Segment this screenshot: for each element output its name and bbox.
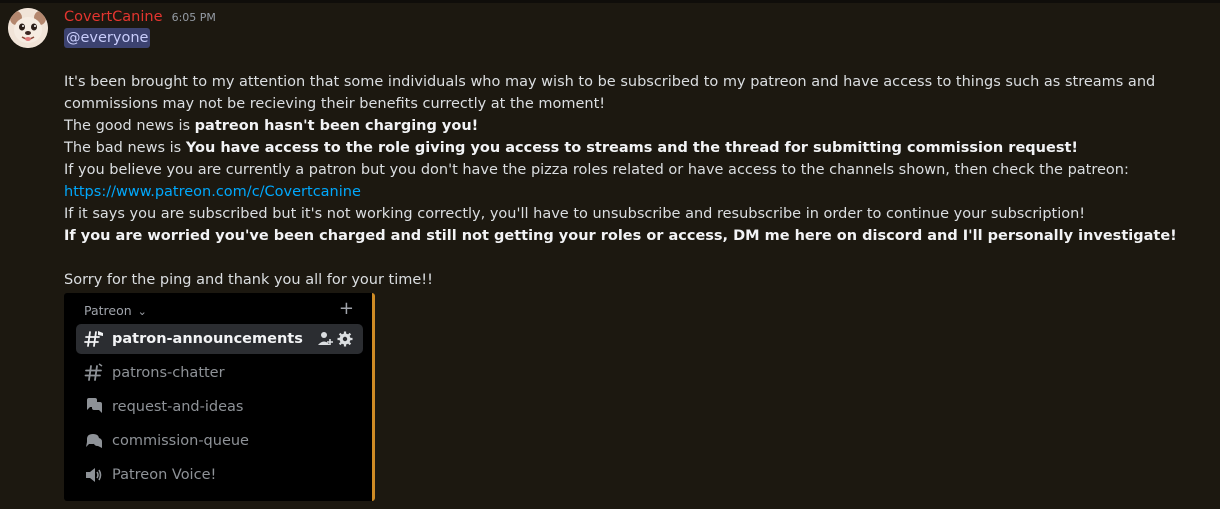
everyone-mention[interactable]: @everyone — [64, 28, 151, 48]
message-link-line: https://www.patreon.com/c/Covertcanine — [64, 181, 1220, 203]
category-label: Patreon — [84, 303, 132, 318]
embedded-image[interactable]: Patreon ⌄ + patron-announcements patrons… — [64, 293, 375, 501]
channel-label: Patreon Voice! — [112, 467, 217, 483]
chat-message: CovertCanine 6:05 PM @everyone It's been… — [0, 0, 1220, 509]
message-bold-text: If you are worried you've been charged a… — [64, 228, 1177, 244]
channel-label: patrons-chatter — [112, 365, 225, 381]
channel-actions — [315, 330, 355, 348]
patreon-link[interactable]: https://www.patreon.com/c/Covertcanine — [64, 184, 361, 200]
message-content: It's been brought to my attention that s… — [64, 71, 1220, 291]
channel-item[interactable]: patrons-chatter — [76, 358, 363, 388]
message-line-bad-news: The bad news is You have access to the r… — [64, 137, 1220, 159]
chevron-down-icon: ⌄ — [137, 305, 147, 318]
message-text: The bad news is — [64, 140, 186, 156]
author-name[interactable]: CovertCanine — [64, 9, 162, 25]
message-text: The good news is — [64, 118, 195, 134]
message-header: CovertCanine 6:05 PM — [64, 6, 216, 28]
channel-item[interactable]: patron-announcements — [76, 324, 363, 354]
category-header[interactable]: Patreon ⌄ + — [84, 300, 354, 319]
message-paragraph: It's been brought to my attention that s… — [64, 74, 1156, 112]
message-paragraph: Sorry for the ping and thank you all for… — [64, 272, 433, 288]
channel-label: request-and-ideas — [112, 399, 244, 415]
announcement-hash-icon — [84, 331, 103, 347]
gear-icon[interactable] — [337, 331, 353, 347]
hash-icon — [84, 363, 103, 381]
category-name: Patreon ⌄ — [84, 303, 147, 318]
channel-item[interactable]: Patreon Voice! — [76, 460, 363, 490]
message-bold-paragraph: If you are worried you've been charged a… — [64, 225, 1220, 247]
message-bold-text: You have access to the role giving you a… — [185, 140, 1078, 156]
message-paragraph: If it says you are subscribed but it's n… — [64, 206, 1086, 222]
forum-icon — [87, 398, 102, 413]
message-line-good-news: The good news is patreon hasn't been cha… — [64, 115, 1220, 137]
channel-label: patron-announcements — [112, 331, 303, 347]
message-timestamp[interactable]: 6:05 PM — [172, 11, 216, 24]
message-paragraph: If you believe you are currently a patro… — [64, 162, 1129, 178]
channel-item[interactable]: commission-queue — [76, 426, 363, 456]
channel-item[interactable]: request-and-ideas — [76, 392, 363, 422]
avatar[interactable] — [8, 8, 48, 48]
voice-speaker-icon — [86, 468, 102, 482]
message-bold-text: patreon hasn't been charging you! — [194, 118, 479, 134]
add-channel-icon[interactable]: + — [339, 300, 354, 318]
forum-icon — [86, 434, 102, 448]
add-member-icon[interactable] — [317, 330, 335, 348]
channel-label: commission-queue — [112, 433, 249, 449]
